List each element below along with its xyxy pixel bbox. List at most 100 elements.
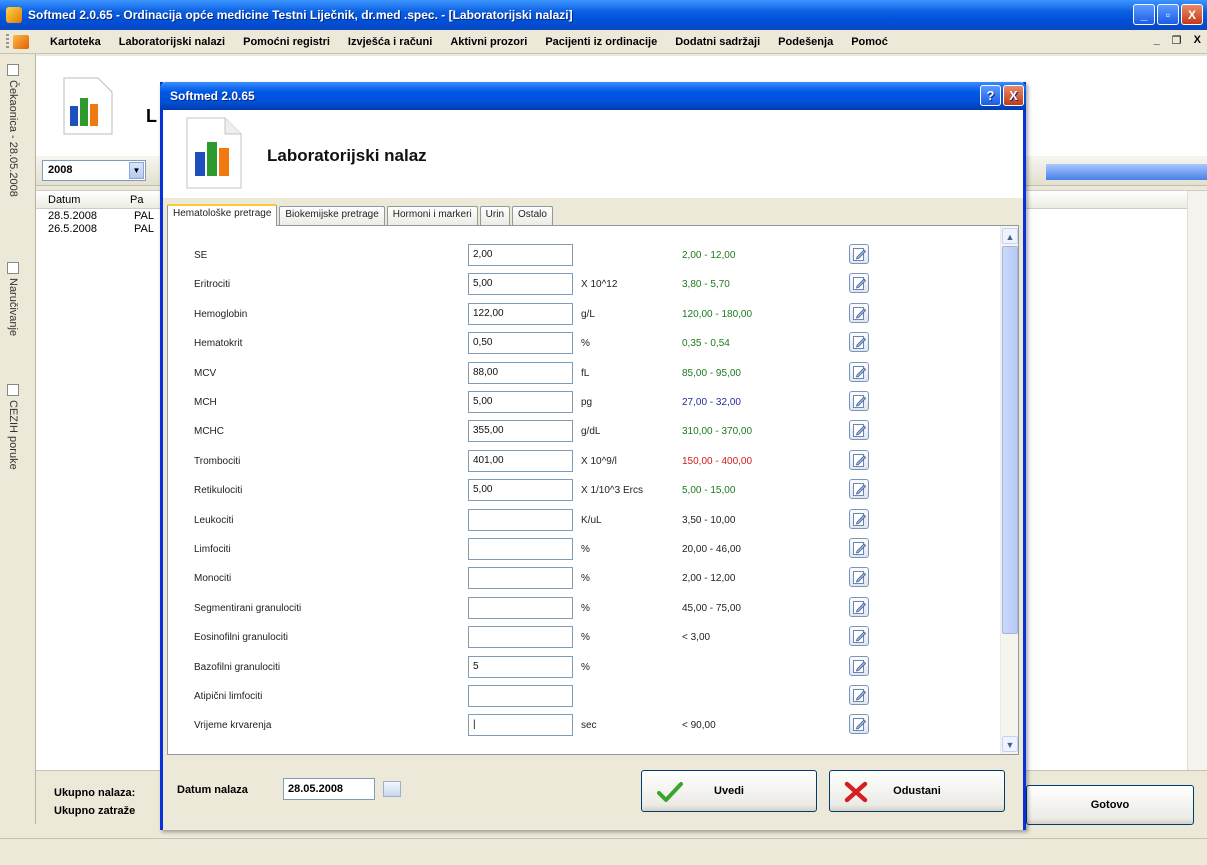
tab-hormoni-i-markeri[interactable]: Hormoni i markeri [386, 206, 478, 225]
odustani-button[interactable]: Odustani [829, 770, 1005, 812]
edit-pencil-icon [853, 395, 866, 408]
field-value-input[interactable]: 122,00 [468, 302, 573, 325]
edit-pencil-icon [853, 571, 866, 585]
message-icon [7, 384, 19, 396]
menu-pomoc[interactable]: Pomoć [842, 36, 897, 48]
chevron-down-icon[interactable]: ▼ [129, 162, 144, 179]
mdi-minimize-button[interactable]: _ [1154, 34, 1160, 47]
datum-nalaza-field[interactable]: 28.05.2008 [283, 778, 375, 800]
edit-note-button[interactable] [849, 714, 869, 735]
scroll-down-icon[interactable]: ▼ [1002, 736, 1018, 752]
field-value-input[interactable]: 5,00 [468, 273, 573, 296]
field-value-input[interactable] [468, 508, 573, 531]
menu-kartoteka[interactable]: Kartoteka [41, 36, 110, 48]
reference-range: 310,00 - 370,00 [682, 426, 753, 438]
field-value-input[interactable]: 2,00 [468, 244, 573, 266]
mdi-restore-button[interactable]: ❐ [1172, 34, 1182, 47]
field-value-input[interactable] [468, 538, 573, 560]
edit-note-button[interactable] [849, 391, 869, 411]
edit-note-button[interactable] [849, 508, 869, 529]
field-value-input[interactable]: | [468, 714, 573, 737]
edit-pencil-icon [853, 600, 866, 614]
edit-note-button[interactable] [849, 567, 869, 588]
edit-note-button[interactable] [849, 244, 869, 264]
field-label: MCHC [194, 426, 224, 438]
field-value-input[interactable]: 0,50 [468, 332, 573, 355]
menu-podesenja[interactable]: Podešenja [769, 36, 842, 48]
edit-note-button[interactable] [849, 420, 869, 441]
gotovo-button[interactable]: Gotovo [1026, 785, 1194, 825]
panel-scrollbar[interactable]: ▲ ▼ [1000, 226, 1018, 754]
reference-range: 2,00 - 12,00 [682, 250, 736, 261]
edit-note-button[interactable] [849, 626, 869, 647]
mdi-controls: _ ❐ X [1154, 34, 1201, 47]
dialog-close-button[interactable]: X [1003, 85, 1024, 106]
field-unit: X 10^12 [581, 279, 618, 291]
reference-range: 120,00 - 180,00 [682, 308, 753, 320]
maximize-button[interactable]: ▫ [1157, 4, 1179, 25]
list-scrollbar[interactable] [1187, 191, 1207, 771]
tab-hematoloske-pretrage[interactable]: Hematološke pretrage [167, 204, 278, 226]
edit-note-button[interactable] [849, 273, 869, 294]
field-value-input[interactable]: 5 [468, 655, 573, 678]
field-value-input[interactable]: 401,00 [468, 449, 573, 472]
edit-note-button[interactable] [849, 538, 869, 558]
field-value-input[interactable]: 5,00 [468, 391, 573, 413]
row-pacijent: PAL [134, 210, 154, 222]
menu-pomocni-registri[interactable]: Pomoćni registri [234, 36, 339, 48]
dialog-title: Softmed 2.0.65 [170, 89, 255, 103]
tab-urin[interactable]: Urin [479, 206, 511, 225]
edit-note-button[interactable] [849, 302, 869, 323]
column-datum[interactable]: Datum [48, 194, 80, 206]
field-value-input[interactable]: 88,00 [468, 361, 573, 384]
scroll-up-icon[interactable]: ▲ [1002, 228, 1018, 244]
close-button[interactable]: X [1181, 4, 1203, 25]
field-row: Hemoglobin 122,00 g/L 120,00 - 180,00 [168, 302, 1000, 327]
field-label: Atipični limfociti [194, 691, 263, 702]
reference-range: 2,00 - 12,00 [682, 573, 736, 585]
dialog-title-bar[interactable]: Softmed 2.0.65 ? X [160, 82, 1026, 110]
edit-note-button[interactable] [849, 332, 869, 353]
side-tab-cekaonica[interactable]: Čekaonica - 28.05.2008 [7, 64, 19, 197]
menu-laboratorijski-nalazi[interactable]: Laboratorijski nalazi [110, 36, 234, 48]
lab-report-icon [63, 77, 113, 135]
side-tab-cezih-poruke[interactable]: CEZIH poruke [7, 384, 19, 470]
mdi-close-button[interactable]: X [1194, 34, 1201, 47]
field-unit: % [581, 338, 590, 350]
field-value-input[interactable] [468, 596, 573, 619]
field-value-input[interactable] [468, 567, 573, 590]
reference-range: < 3,00 [682, 632, 711, 644]
scroll-thumb[interactable] [1002, 246, 1018, 634]
field-value-input[interactable]: 355,00 [468, 420, 573, 443]
column-pacijent[interactable]: Pa [130, 194, 143, 206]
tab-biokemijske-pretrage[interactable]: Biokemijske pretrage [279, 206, 385, 225]
app-icon [6, 7, 22, 23]
edit-note-button[interactable] [849, 655, 869, 676]
side-tab-narucivanje[interactable]: Naručivanje [7, 262, 19, 336]
year-select[interactable]: 2008 ▼ [42, 160, 146, 181]
edit-note-button[interactable] [849, 361, 869, 382]
menu-izvjesca-i-racuni[interactable]: Izvješća i računi [339, 36, 441, 48]
calendar-icon[interactable] [383, 781, 401, 797]
field-value-input[interactable] [468, 685, 573, 707]
field-row: Hematokrit 0,50% 0,35 - 0,54 [168, 332, 1000, 356]
help-button[interactable]: ? [980, 85, 1001, 106]
menu-pacijenti-iz-ordinacije[interactable]: Pacijenti iz ordinacije [536, 36, 666, 48]
edit-note-button[interactable] [849, 685, 869, 705]
edit-note-button[interactable] [849, 479, 869, 500]
field-value-input[interactable]: 5,00 [468, 479, 573, 502]
mdi-child-icon[interactable] [13, 34, 29, 49]
edit-note-button[interactable] [849, 449, 869, 470]
menu-aktivni-prozori[interactable]: Aktivni prozori [441, 36, 536, 48]
tab-ostalo[interactable]: Ostalo [512, 206, 553, 225]
field-label: Leukociti [194, 514, 234, 526]
menu-dodatni-sadrzaji[interactable]: Dodatni sadržaji [666, 36, 769, 48]
edit-note-button[interactable] [849, 596, 869, 617]
uvedi-button[interactable]: Uvedi [641, 770, 817, 812]
field-value-input[interactable] [468, 626, 573, 649]
main-title-bar[interactable]: Softmed 2.0.65 - Ordinacija opće medicin… [0, 0, 1207, 30]
minimize-button[interactable]: _ [1133, 4, 1155, 25]
edit-pencil-icon [853, 689, 866, 702]
field-row: Leukociti K/uL 3,50 - 10,00 [168, 508, 1000, 533]
field-label: MCH [194, 397, 217, 408]
